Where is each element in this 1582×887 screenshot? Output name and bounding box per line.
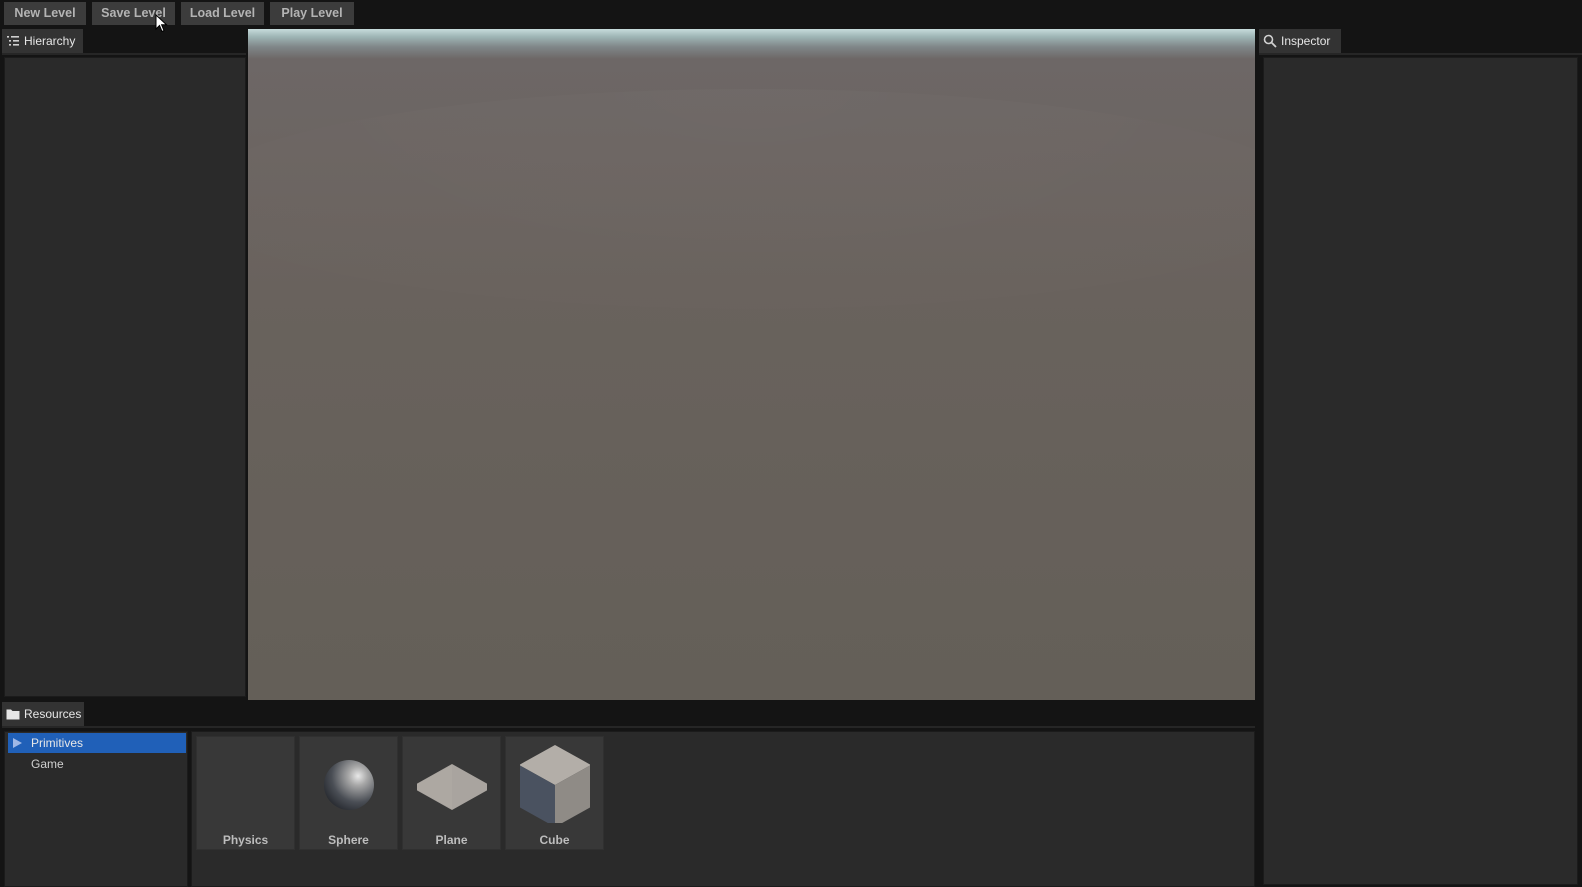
resource-tile-physics[interactable]: Physics [196, 736, 295, 850]
tab-inspector[interactable]: Inspector [1259, 29, 1341, 53]
expand-arrow-icon[interactable] [13, 738, 22, 748]
tree-item-primitives[interactable]: Primitives [8, 733, 186, 753]
tab-resources[interactable]: Resources [2, 702, 84, 726]
inspector-tab-divider [1259, 53, 1582, 55]
sphere-icon [324, 760, 374, 810]
hierarchy-title: Hierarchy [24, 34, 76, 48]
resource-tile-cube[interactable]: Cube [505, 736, 604, 850]
hierarchy-panel[interactable] [4, 57, 246, 697]
mouse-cursor-icon [155, 14, 168, 33]
resources-tab-divider [2, 726, 1255, 728]
scene-viewport[interactable] [248, 29, 1255, 700]
tree-item-label: Game [31, 757, 64, 771]
search-icon [1263, 34, 1277, 48]
resource-label: Physics [222, 833, 269, 847]
resource-label: Plane [435, 833, 468, 847]
resources-folder-tree: Primitives Game [4, 731, 188, 887]
new-level-button[interactable]: New Level [4, 2, 86, 25]
hierarchy-tab-divider [2, 53, 246, 55]
level-editor-window: New Level Save Level Load Level Play Lev… [0, 0, 1582, 887]
toolbar: New Level Save Level Load Level Play Lev… [0, 0, 1582, 33]
resource-tile-plane[interactable]: Plane [402, 736, 501, 850]
resource-label: Sphere [328, 833, 369, 847]
folder-icon [6, 709, 20, 720]
plane-icon [417, 764, 487, 810]
resources-grid: Physics Sphere Plane Cube [191, 731, 1255, 887]
play-level-button[interactable]: Play Level [270, 2, 354, 25]
resource-label: Cube [539, 833, 570, 847]
ground-shading [248, 89, 1255, 309]
load-level-button[interactable]: Load Level [181, 2, 264, 25]
tab-hierarchy[interactable]: Hierarchy [2, 29, 83, 53]
resources-title: Resources [24, 707, 82, 721]
inspector-title: Inspector [1281, 34, 1331, 48]
inspector-panel[interactable] [1263, 57, 1578, 885]
list-icon [7, 36, 19, 46]
tree-item-game[interactable]: Game [8, 754, 186, 774]
resource-tile-sphere[interactable]: Sphere [299, 736, 398, 850]
cube-icon [520, 745, 590, 823]
tree-item-label: Primitives [31, 736, 84, 750]
